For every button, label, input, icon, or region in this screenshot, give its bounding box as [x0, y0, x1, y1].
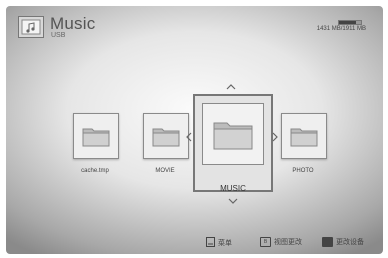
folder-label-movie: MOVIE — [155, 168, 175, 174]
left-arrow-icon[interactable] — [186, 132, 192, 144]
storage-bar-fill — [339, 21, 356, 24]
footer-view-label: 视图更改 — [274, 239, 302, 246]
footer-menu-label: 菜单 — [218, 240, 232, 247]
device-subtitle: USB — [51, 32, 66, 39]
folder-icon — [213, 122, 253, 150]
right-arrow-icon[interactable] — [272, 132, 278, 144]
folder-tile-cache[interactable] — [73, 113, 119, 159]
footer-bar: 菜单 B 视图更改 更改设备 — [6, 234, 383, 254]
folder-label-photo: PHOTO — [292, 168, 314, 174]
footer-view-change[interactable]: B 视图更改 — [260, 237, 302, 247]
down-arrow-icon[interactable] — [228, 196, 238, 206]
up-arrow-icon[interactable] — [226, 82, 236, 92]
storage-bar — [338, 20, 362, 25]
folder-tile-movie[interactable] — [143, 113, 189, 159]
folder-tile-photo[interactable] — [281, 113, 327, 159]
media-browser-screen: Music USB 1431 MB/1911 MB cache.tmp MOVI… — [6, 6, 383, 254]
folder-icon — [152, 128, 180, 147]
footer-menu[interactable]: 菜单 — [206, 237, 232, 249]
b-button-icon: B — [260, 237, 271, 247]
storage-text: 1431 MB/1911 MB — [316, 26, 366, 32]
folder-label-cache: cache.tmp — [81, 168, 109, 174]
folder-icon — [290, 128, 318, 147]
footer-change-device[interactable]: 更改设备 — [322, 237, 364, 247]
page-title: Music — [50, 14, 96, 33]
music-folder-icon — [18, 16, 44, 38]
folder-label-music: MUSIC — [220, 184, 246, 193]
folder-tile-music[interactable] — [202, 103, 264, 165]
menu-icon — [206, 237, 215, 249]
folder-icon — [82, 128, 110, 147]
device-button-icon — [322, 237, 333, 247]
footer-device-label: 更改设备 — [336, 239, 364, 246]
